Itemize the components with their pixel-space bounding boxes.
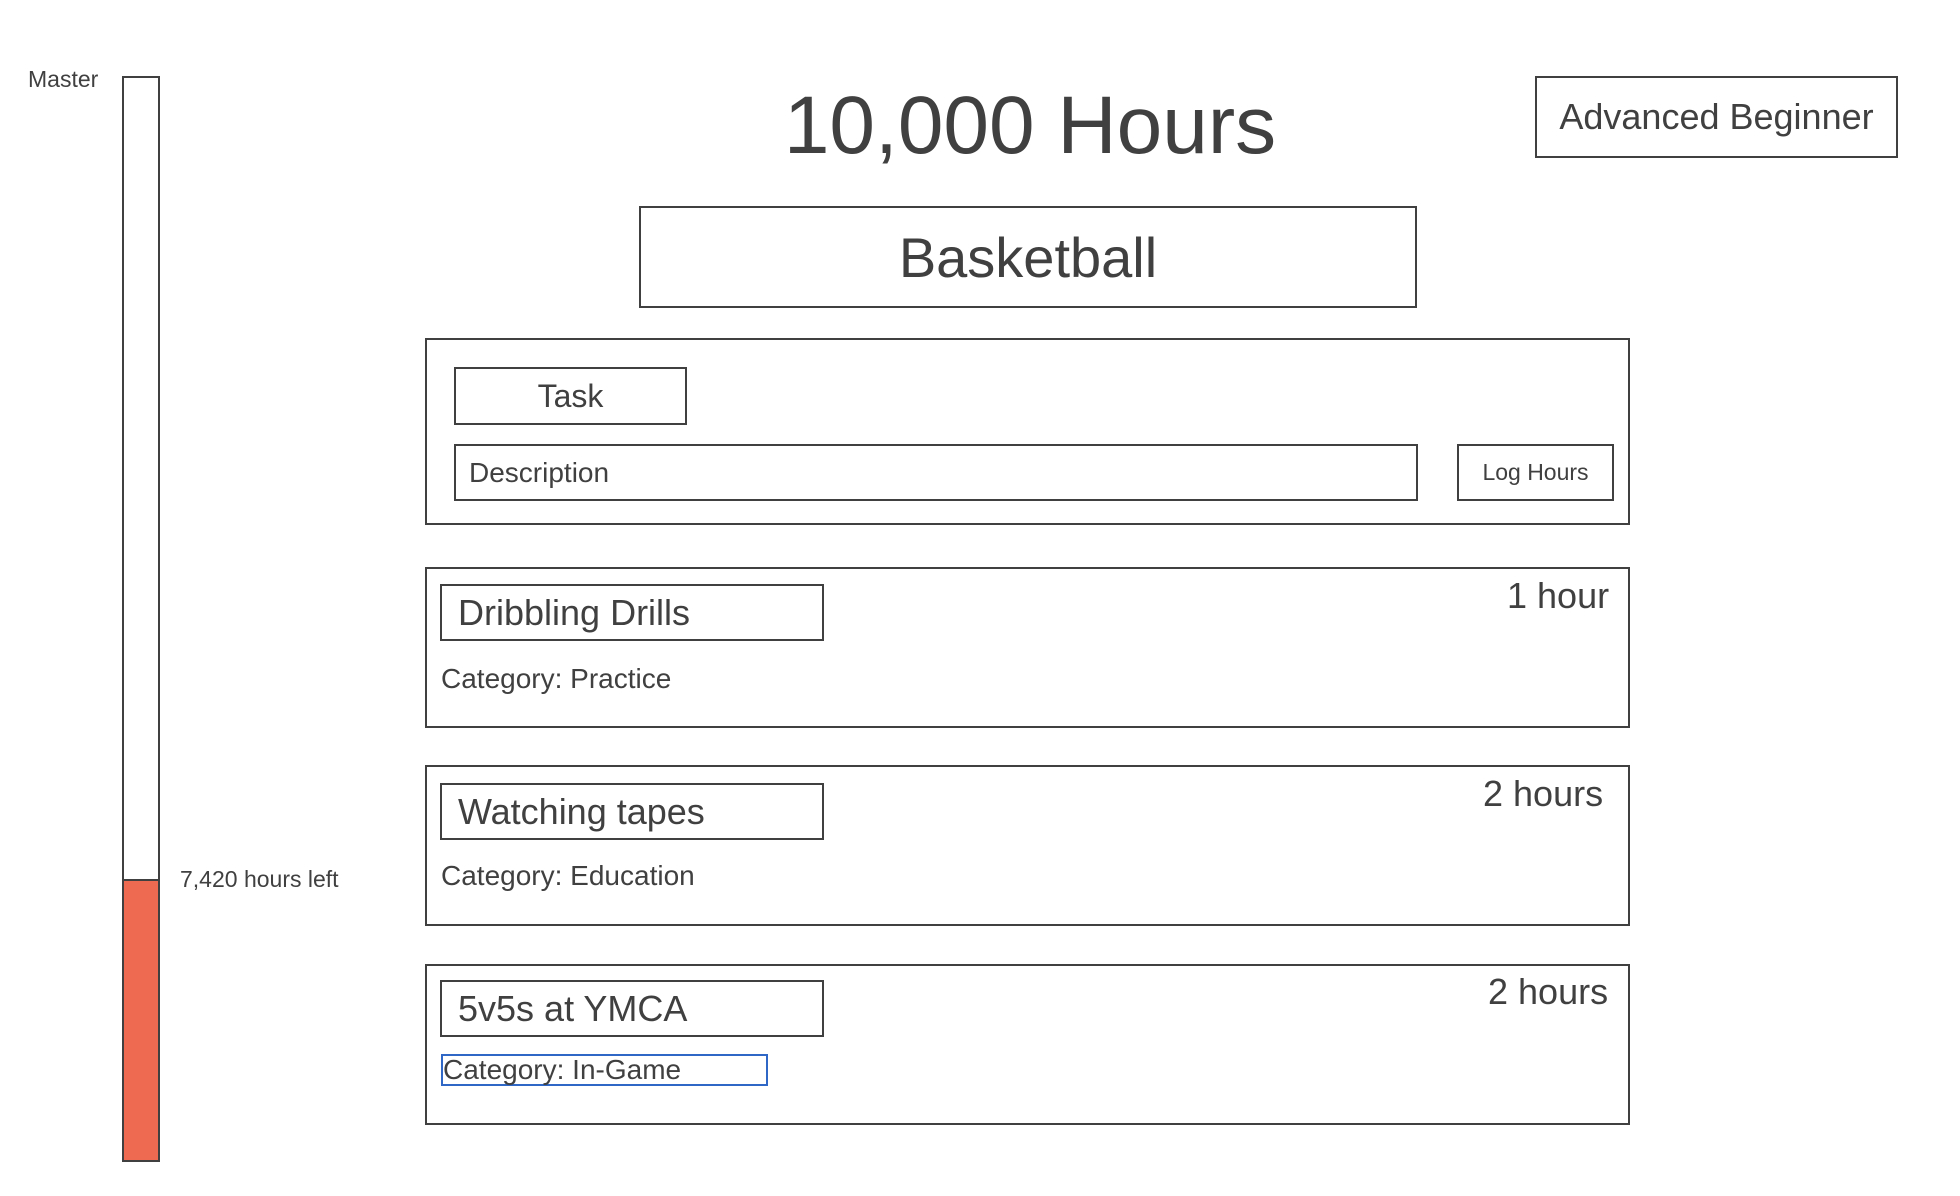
master-label: Master bbox=[28, 66, 99, 92]
progress-bar bbox=[122, 76, 160, 1162]
entry-name[interactable]: Dribbling Drills bbox=[440, 584, 824, 641]
skill-title[interactable]: Basketball bbox=[639, 206, 1417, 308]
entry-category: Category: Practice bbox=[441, 663, 672, 694]
description-input[interactable]: Description bbox=[454, 444, 1418, 501]
progress-bar-fill bbox=[124, 878, 158, 1160]
app-title: 10,000 Hours bbox=[783, 80, 1277, 171]
entry-category[interactable]: Category: In-Game bbox=[441, 1054, 768, 1086]
entry-name[interactable]: 5v5s at YMCA bbox=[440, 980, 824, 1037]
entry-hours: 2 hours bbox=[1483, 773, 1604, 814]
entry-name[interactable]: Watching tapes bbox=[440, 783, 824, 840]
entry-hours: 2 hours bbox=[1488, 971, 1609, 1012]
level-badge: Advanced Beginner bbox=[1535, 76, 1898, 158]
entry-hours: 1 hour bbox=[1507, 575, 1610, 616]
log-hours-button[interactable]: Log Hours bbox=[1457, 444, 1614, 501]
hours-left-label: 7,420 hours left bbox=[180, 866, 339, 892]
task-input[interactable]: Task bbox=[454, 367, 687, 425]
entry-category: Category: Education bbox=[441, 860, 695, 891]
